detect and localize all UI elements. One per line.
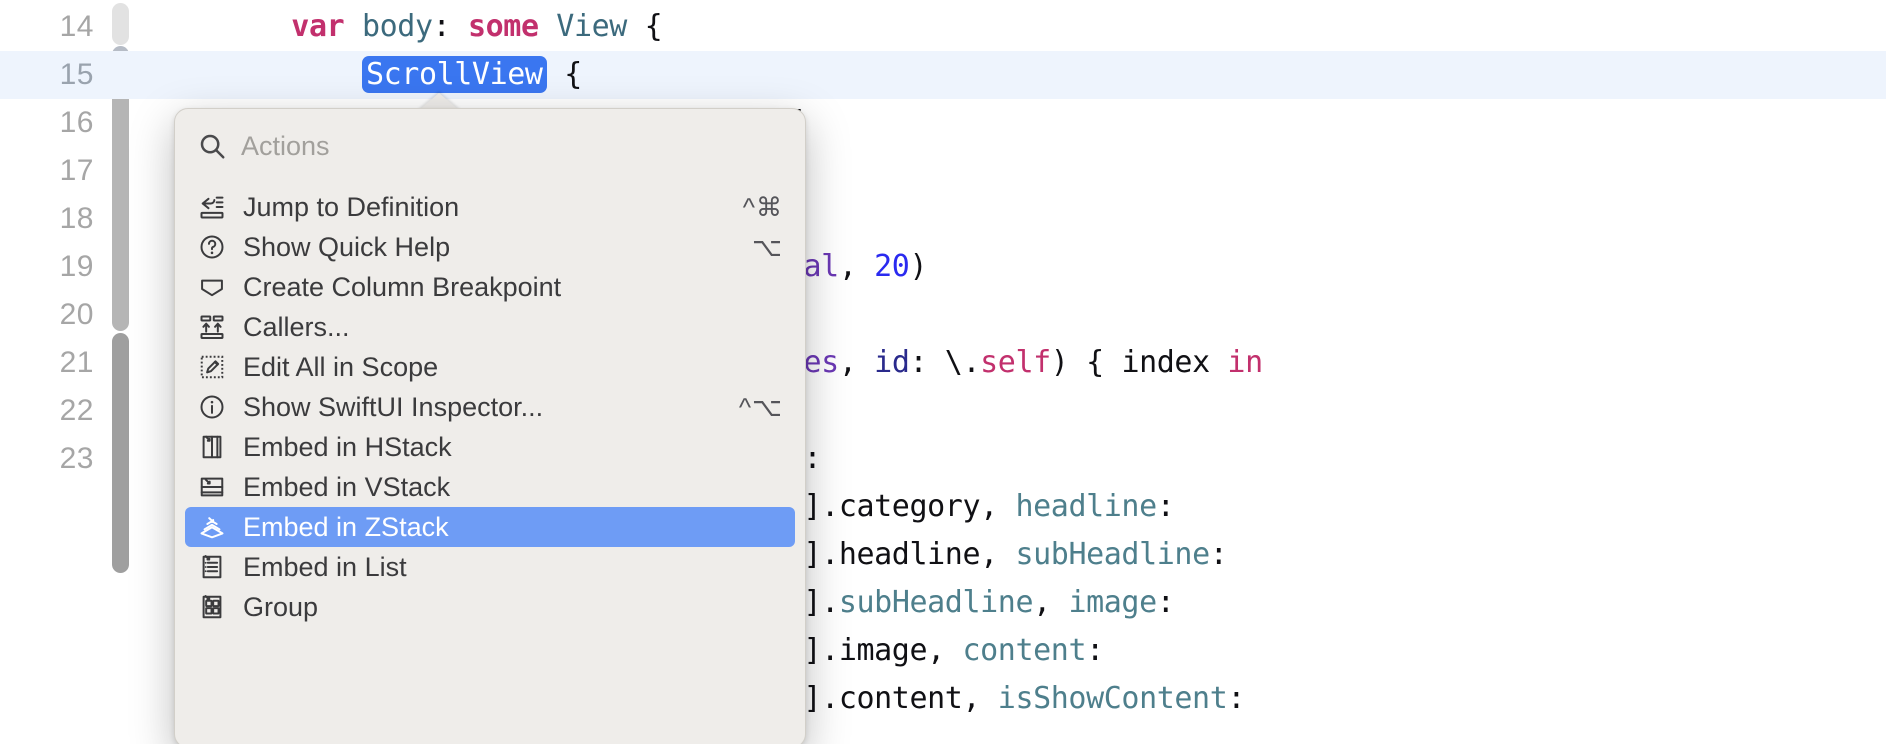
code-token: ) { index — [1050, 345, 1228, 380]
menu-item-label: Show Quick Help — [243, 231, 451, 262]
code-token: : — [1156, 489, 1175, 524]
actions-menu-list: Jump to Definition ^⌘ Show Quick Help ⌥ Crea… — [175, 177, 805, 627]
menu-item-embed-in-vstack[interactable]: Embed in VStack — [185, 467, 795, 507]
menu-item-jump-to-definition[interactable]: Jump to Definition ^⌘ — [185, 187, 795, 227]
code-token: subHeadline — [838, 585, 1034, 620]
menu-item-create-column-breakpoint[interactable]: Create Column Breakpoint — [185, 267, 795, 307]
line-number: 22 — [59, 394, 94, 427]
xcode-editor-window: 14 var body: some View {15 ScrollView {1… — [0, 0, 1886, 744]
jump-to-definition-icon — [197, 192, 227, 222]
code-token: : — [1156, 585, 1175, 620]
code-token: self — [980, 345, 1051, 380]
actions-search-input[interactable] — [241, 130, 805, 162]
menu-item-shortcut: ⌥ — [752, 231, 783, 262]
selected-token: ScrollView — [361, 56, 547, 93]
menu-item-embed-in-hstack[interactable]: Embed in HStack — [185, 427, 795, 467]
menu-item-label: Show SwiftUI Inspector... — [243, 391, 544, 422]
code-token: : \. — [909, 345, 981, 380]
code-token: : — [803, 441, 822, 476]
code-token: isShowContent — [997, 681, 1228, 716]
edit-scope-icon — [197, 352, 227, 382]
callers-icon — [197, 312, 227, 342]
menu-item-label: Jump to Definition — [243, 191, 460, 222]
code-token: , — [1033, 585, 1069, 620]
code-line-row[interactable]: 15 ScrollView { — [0, 51, 1886, 99]
code-token: : — [432, 9, 468, 44]
vstack-icon — [197, 472, 227, 502]
code-token: id — [874, 345, 910, 380]
code-line-text: var body: some View { — [150, 3, 662, 51]
code-token: : — [1086, 633, 1104, 668]
line-number: 16 — [59, 106, 94, 139]
menu-item-label: Edit All in Scope — [243, 351, 439, 382]
actions-search-row[interactable] — [175, 115, 805, 177]
menu-item-show-swiftui-inspector[interactable]: Show SwiftUI Inspector... ^⌥ — [185, 387, 795, 427]
line-number: 23 — [59, 442, 94, 475]
code-line-row[interactable]: 14 var body: some View { — [0, 3, 1886, 51]
menu-item-group[interactable]: Group — [185, 587, 795, 627]
menu-item-embed-in-list[interactable]: Embed in List — [185, 547, 795, 587]
menu-item-callers[interactable]: Callers... — [185, 307, 795, 347]
line-number: 19 — [59, 250, 94, 283]
menu-item-label: Create Column Breakpoint — [243, 271, 562, 302]
breakpoint-icon — [197, 272, 227, 302]
code-token: , — [838, 249, 875, 284]
code-token: { — [626, 9, 663, 44]
code-token: content — [962, 633, 1087, 668]
line-number: 17 — [59, 154, 94, 187]
menu-item-label: Embed in ZStack — [243, 511, 449, 542]
line-number: 21 — [59, 346, 94, 379]
quick-actions-popup: Jump to Definition ^⌘ Show Quick Help ⌥ Crea… — [174, 108, 806, 744]
menu-item-edit-all-in-scope[interactable]: Edit All in Scope — [185, 347, 795, 387]
code-token: ) — [909, 249, 928, 284]
code-token: image — [1068, 585, 1157, 620]
hstack-icon — [197, 432, 227, 462]
menu-item-label: Embed in HStack — [243, 431, 452, 462]
line-number: 14 — [59, 10, 94, 43]
code-token: subHeadline — [1015, 537, 1210, 572]
code-token: in — [1227, 345, 1263, 380]
menu-item-embed-in-zstack[interactable]: Embed in ZStack — [185, 507, 795, 547]
code-token: var — [291, 9, 345, 44]
menu-item-label: Group — [243, 591, 319, 622]
code-token: : — [1227, 681, 1246, 716]
code-token: headline — [1015, 489, 1157, 524]
menu-item-show-quick-help[interactable]: Show Quick Help ⌥ — [185, 227, 795, 267]
code-token: View — [556, 9, 627, 44]
menu-item-shortcut: ^⌘ — [742, 191, 783, 222]
code-token: , — [838, 345, 875, 380]
search-icon — [197, 131, 227, 161]
menu-item-shortcut: ^⌥ — [738, 391, 783, 422]
code-line-text: ScrollView { — [150, 51, 582, 99]
code-token: body — [361, 9, 433, 44]
line-number: 20 — [59, 298, 94, 331]
question-circle-icon — [197, 232, 227, 262]
code-token: 20 — [874, 249, 910, 284]
code-token: : — [1209, 537, 1228, 572]
menu-item-label: Embed in VStack — [243, 471, 451, 502]
code-token: some — [467, 9, 539, 44]
info-circle-icon — [197, 392, 227, 422]
line-number: 18 — [59, 202, 94, 235]
group-icon — [197, 592, 227, 622]
code-token: { — [546, 57, 582, 92]
menu-item-label: Embed in List — [243, 551, 407, 582]
zstack-icon — [197, 512, 227, 542]
menu-item-label: Callers... — [243, 311, 350, 342]
line-number: 15 — [59, 58, 94, 91]
list-icon — [197, 552, 227, 582]
